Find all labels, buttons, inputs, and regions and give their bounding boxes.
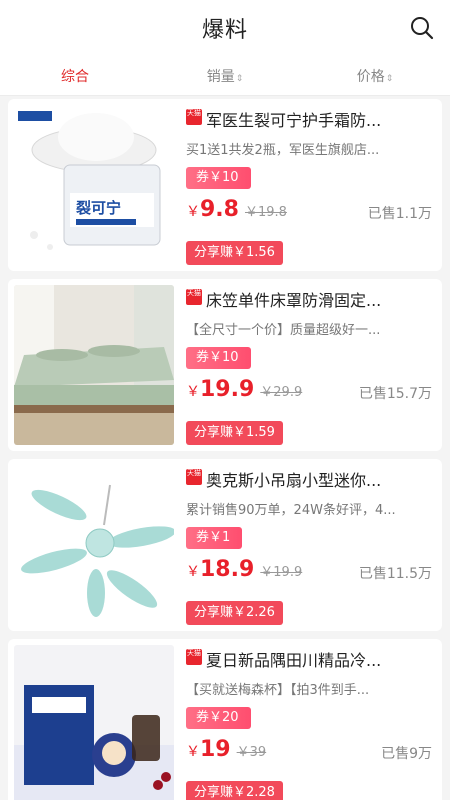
currency-symbol: ￥ [186,564,200,580]
product-name: 奥克斯小吊扇小型迷你... [206,471,382,490]
search-icon[interactable] [410,16,434,40]
tmall-badge: 天猫 [186,649,202,665]
tmall-badge: 天猫 [186,109,202,125]
tmall-badge: 天猫 [186,289,202,305]
sold-count: 已售1.1万 [367,206,432,222]
product-list: 裂可宁 天猫 军医生裂可宁护手霜防... 买1送1共发2瓶，军医生旗舰店... 券… [0,97,450,800]
coupon-badge[interactable]: 券￥1 [186,527,243,549]
sort-tabs: 综合 销量⇕ 价格⇕ [0,56,450,96]
tab-comprehensive[interactable]: 综合 [0,66,150,86]
product-info: 天猫 军医生裂可宁护手霜防... 买1送1共发2瓶，军医生旗舰店... 券￥10 … [186,107,436,225]
svg-text:裂可宁: 裂可宁 [75,199,121,217]
share-earn-button[interactable]: 分享赚￥2.28 [186,781,283,800]
product-image[interactable]: 裂可宁 [14,105,174,265]
product-name: 军医生裂可宁护手霜防... [206,111,382,130]
original-price: ￥29.9 [260,385,303,400]
sold-count: 已售9万 [381,746,432,762]
product-info: 天猫 床笠单件床罩防滑固定... 【全尺寸一个价】质量超级好一... 券￥10 ￥… [186,287,436,405]
tab-sales[interactable]: 销量⇕ [150,66,300,86]
product-card[interactable]: 天猫 夏日新品隅田川精品冷... 【买就送梅森杯】【拍3件到手... 券￥20 ￥… [8,639,442,800]
price: 19.9 [200,377,255,402]
product-desc: 【买就送梅森杯】【拍3件到手... [186,683,370,697]
product-desc: 【全尺寸一个价】质量超级好一... [186,323,381,337]
coupon-amount: ￥10 [209,350,239,365]
currency-symbol: ￥ [186,744,200,760]
original-price: ￥19.8 [244,205,287,220]
tab-label: 销量 [206,69,235,85]
price: 19 [200,737,231,762]
product-image[interactable] [14,465,174,625]
share-earn-button[interactable]: 分享赚￥2.26 [186,601,283,625]
coupon-amount: ￥20 [209,710,239,725]
product-name: 床笠单件床罩防滑固定... [206,291,382,310]
currency-symbol: ￥ [186,384,200,400]
sold-count: 已售15.7万 [358,386,432,402]
page-title: 爆料 [201,18,248,43]
price: 18.9 [200,557,255,582]
currency-symbol: ￥ [186,204,200,220]
top-bar: 爆料 [0,0,450,56]
coupon-amount: ￥1 [209,530,231,545]
product-card[interactable]: 天猫 奥克斯小吊扇小型迷你... 累计销售90万单，24W条好评，4... 券￥1… [8,459,442,631]
tab-price[interactable]: 价格⇕ [300,66,450,86]
coupon-label: 券 [196,710,210,725]
product-name: 夏日新品隅田川精品冷... [206,651,382,670]
coupon-label: 券 [196,530,210,545]
coupon-badge[interactable]: 券￥10 [186,347,251,369]
product-info: 天猫 夏日新品隅田川精品冷... 【买就送梅森杯】【拍3件到手... 券￥20 ￥… [186,647,436,765]
coupon-label: 券 [196,350,210,365]
coupon-amount: ￥10 [209,170,239,185]
share-earn-button[interactable]: 分享赚￥1.59 [186,421,283,445]
coupon-badge[interactable]: 券￥10 [186,167,251,189]
product-image[interactable] [14,285,174,445]
product-card[interactable]: 天猫 床笠单件床罩防滑固定... 【全尺寸一个价】质量超级好一... 券￥10 ￥… [8,279,442,451]
product-card[interactable]: 裂可宁 天猫 军医生裂可宁护手霜防... 买1送1共发2瓶，军医生旗舰店... 券… [8,99,442,271]
product-image[interactable] [14,645,174,800]
coupon-badge[interactable]: 券￥20 [186,707,251,729]
product-desc: 买1送1共发2瓶，军医生旗舰店... [186,143,380,157]
price: 9.8 [200,197,239,222]
tmall-badge: 天猫 [186,469,202,485]
tab-label: 价格 [356,69,385,85]
product-desc: 累计销售90万单，24W条好评，4... [186,503,396,517]
share-earn-button[interactable]: 分享赚￥1.56 [186,241,283,265]
product-info: 天猫 奥克斯小吊扇小型迷你... 累计销售90万单，24W条好评，4... 券￥1… [186,467,436,585]
coupon-label: 券 [196,170,210,185]
sort-arrows-icon: ⇕ [385,74,394,84]
original-price: ￥19.9 [260,565,303,580]
sort-arrows-icon: ⇕ [235,74,244,84]
original-price: ￥39 [236,745,267,760]
tab-label: 综合 [61,69,89,85]
sold-count: 已售11.5万 [358,566,432,582]
